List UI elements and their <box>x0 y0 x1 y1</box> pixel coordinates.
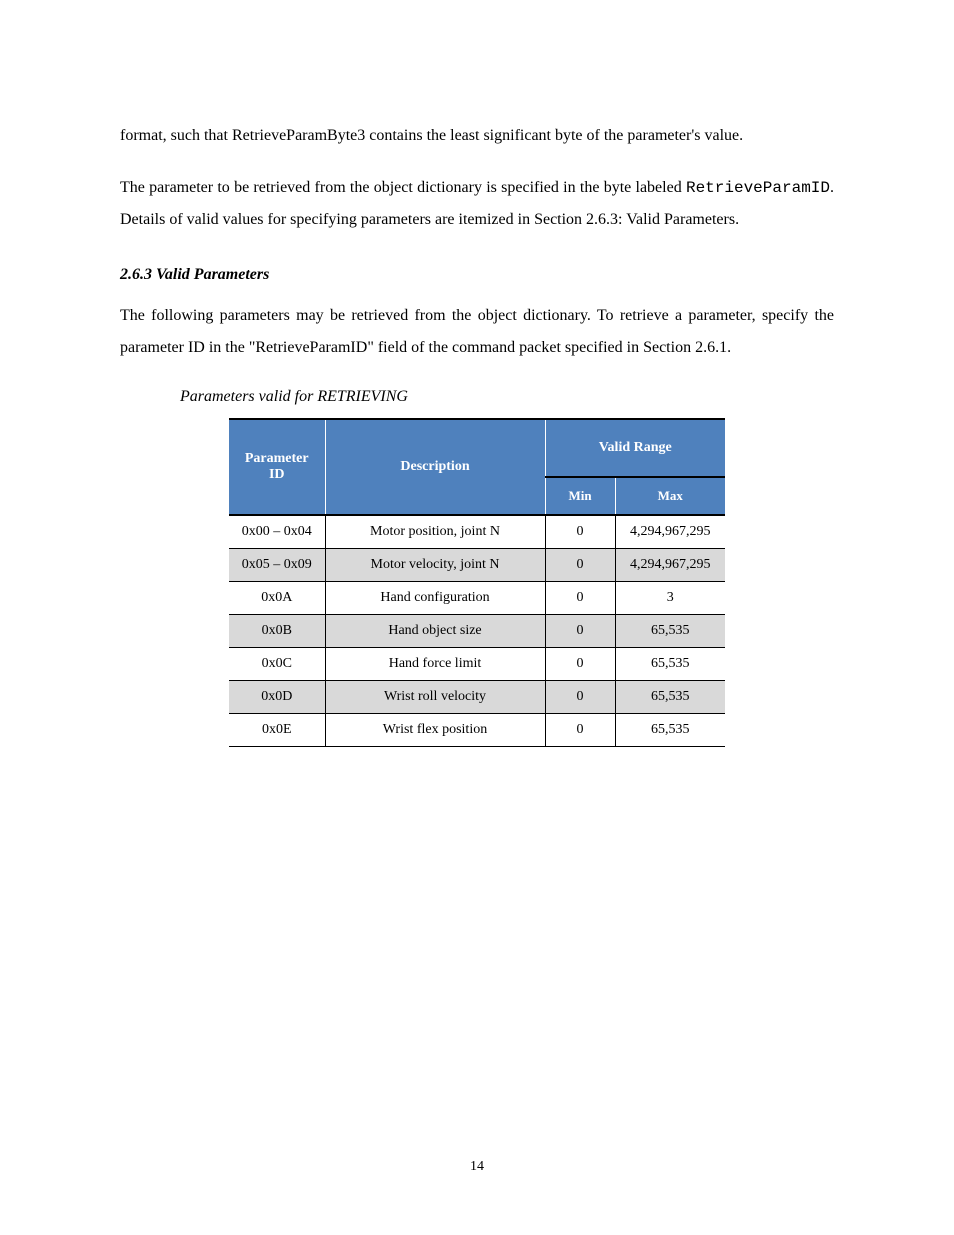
cell-desc: Hand force limit <box>325 648 545 681</box>
cell-min: 0 <box>545 515 615 549</box>
cell-id: 0x0D <box>229 681 325 714</box>
table-row: 0x00 – 0x04 Motor position, joint N 0 4,… <box>229 515 725 549</box>
cell-max: 65,535 <box>615 681 725 714</box>
code-inline: RetrieveParamID <box>686 179 830 197</box>
paragraph-continuation: format, such that RetrieveParamByte3 con… <box>120 120 834 152</box>
cell-max: 65,535 <box>615 648 725 681</box>
table-row: 0x0A Hand configuration 0 3 <box>229 582 725 615</box>
col-header-valid-range: Valid Range <box>545 419 725 477</box>
cell-id: 0x0C <box>229 648 325 681</box>
section-intro: The following parameters may be retrieve… <box>120 300 834 364</box>
cell-min: 0 <box>545 615 615 648</box>
table-row: 0x0D Wrist roll velocity 0 65,535 <box>229 681 725 714</box>
section-heading: 2.6.3 Valid Parameters <box>120 266 834 284</box>
document-page: format, such that RetrieveParamByte3 con… <box>0 0 954 837</box>
cell-desc: Wrist roll velocity <box>325 681 545 714</box>
col-header-description: Description <box>325 419 545 515</box>
table-row: 0x0E Wrist flex position 0 65,535 <box>229 714 725 747</box>
paragraph-retrieve-param: The parameter to be retrieved from the o… <box>120 172 834 236</box>
cell-min: 0 <box>545 648 615 681</box>
cell-min: 0 <box>545 549 615 582</box>
cell-id: 0x05 – 0x09 <box>229 549 325 582</box>
cell-desc: Hand object size <box>325 615 545 648</box>
table-header-row: Parameter ID Description Valid Range <box>229 419 725 477</box>
table-row: 0x0C Hand force limit 0 65,535 <box>229 648 725 681</box>
cell-id: 0x00 – 0x04 <box>229 515 325 549</box>
cell-max: 3 <box>615 582 725 615</box>
table-body: 0x00 – 0x04 Motor position, joint N 0 4,… <box>229 515 725 747</box>
table-row: 0x05 – 0x09 Motor velocity, joint N 0 4,… <box>229 549 725 582</box>
cell-id: 0x0A <box>229 582 325 615</box>
col-header-parameter-id: Parameter ID <box>229 419 325 515</box>
cell-max: 4,294,967,295 <box>615 549 725 582</box>
cell-min: 0 <box>545 681 615 714</box>
cell-min: 0 <box>545 714 615 747</box>
cell-desc: Motor position, joint N <box>325 515 545 549</box>
col-header-min: Min <box>545 477 615 515</box>
cell-max: 65,535 <box>615 714 725 747</box>
cell-desc: Motor velocity, joint N <box>325 549 545 582</box>
cell-desc: Hand configuration <box>325 582 545 615</box>
cell-max: 65,535 <box>615 615 725 648</box>
table-head: Parameter ID Description Valid Range Min… <box>229 419 725 515</box>
col-header-max: Max <box>615 477 725 515</box>
cell-min: 0 <box>545 582 615 615</box>
cell-id: 0x0E <box>229 714 325 747</box>
parameters-table: Parameter ID Description Valid Range Min… <box>229 418 725 747</box>
text-fragment: The parameter to be retrieved from the o… <box>120 179 686 196</box>
cell-id: 0x0B <box>229 615 325 648</box>
cell-max: 4,294,967,295 <box>615 515 725 549</box>
table-row: 0x0B Hand object size 0 65,535 <box>229 615 725 648</box>
page-number: 14 <box>0 1159 954 1175</box>
table-container: Parameter ID Description Valid Range Min… <box>120 418 834 747</box>
cell-desc: Wrist flex position <box>325 714 545 747</box>
subsection-heading: Parameters valid for RETRIEVING <box>120 388 834 406</box>
